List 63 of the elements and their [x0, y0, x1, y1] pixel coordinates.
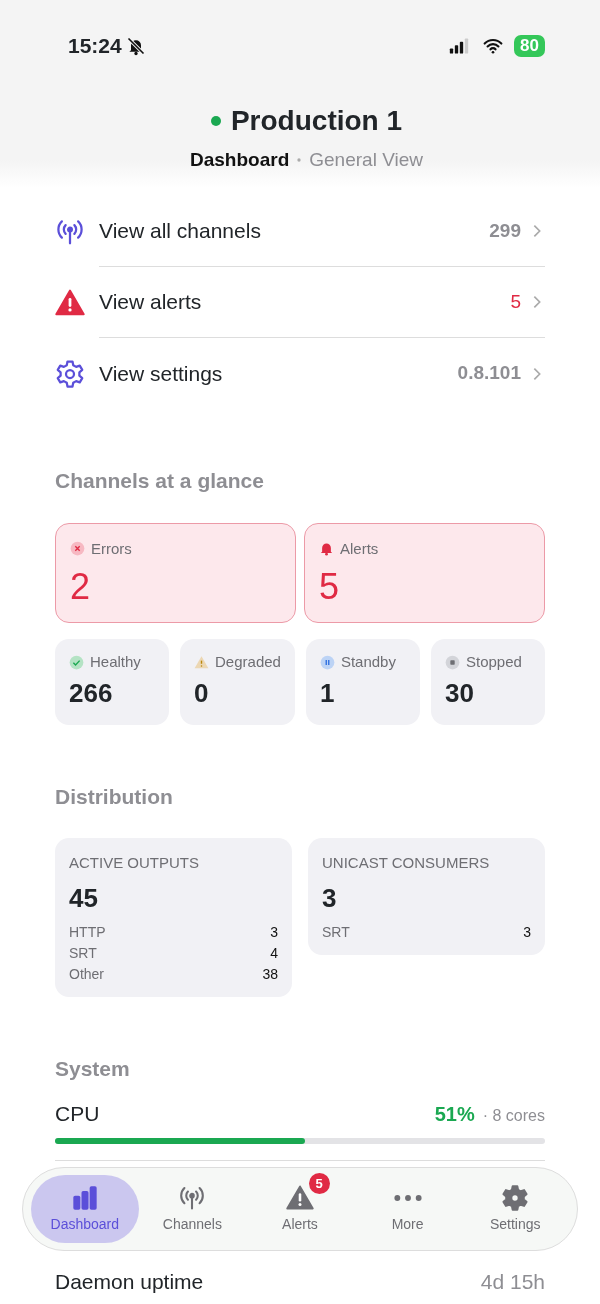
battery-indicator: 80	[514, 34, 545, 57]
menu-item[interactable]: View settings 0.8.101	[55, 338, 545, 409]
tab-item[interactable]: Channels	[138, 1175, 247, 1243]
warning-icon	[55, 287, 85, 318]
breadcrumb-item[interactable]: General View	[309, 145, 423, 174]
card-count: 45	[69, 881, 99, 915]
card-title: UNICAST CONSUMERS	[322, 853, 491, 873]
breakdown-value: 38	[262, 964, 278, 984]
tab-item[interactable]: Settings	[461, 1175, 569, 1243]
more-icon	[392, 1193, 423, 1202]
metric-reading: 51%	[434, 1102, 475, 1127]
count-badge: 5	[308, 1173, 330, 1194]
uptime-value: 4d 15h	[480, 1268, 545, 1295]
warning-icon	[194, 654, 210, 670]
section-heading: System	[55, 1055, 131, 1082]
card-count: 3	[322, 881, 338, 915]
status-count: 30	[444, 676, 475, 710]
breakdown-label: SRT	[69, 943, 97, 963]
tab-item[interactable]: Alerts 5	[246, 1175, 354, 1243]
metric-detail: · 8 cores	[482, 1106, 545, 1126]
status-label: Standby	[340, 652, 396, 672]
uptime-label: Daemon uptime	[55, 1268, 205, 1295]
bell-icon	[319, 541, 334, 557]
status-count: 5	[319, 565, 341, 609]
pause-icon	[319, 654, 335, 670]
menu-value: 0.8.101	[457, 361, 521, 386]
checkmark-icon	[69, 654, 84, 670]
breakdown-label: HTTP	[69, 922, 106, 942]
status-label: Stopped	[465, 652, 522, 672]
breakdown-label: SRT	[322, 922, 350, 942]
error-icon	[70, 541, 85, 557]
status-count: 0	[194, 676, 210, 710]
status-label: Alerts	[340, 538, 379, 559]
breakdown-label: Other	[69, 964, 104, 984]
status-count: 1	[319, 676, 336, 710]
status-label: Degraded	[215, 652, 281, 672]
metric-label: CPU	[55, 1101, 101, 1127]
menu-item[interactable]: View alerts 5	[55, 267, 545, 338]
section-heading: Channels at a glance	[55, 468, 265, 494]
menu-value: 299	[489, 218, 521, 243]
status-time: 15:24	[68, 33, 122, 59]
tab-item[interactable]: More	[353, 1175, 462, 1243]
status-label: Healthy	[90, 652, 141, 672]
warning-icon	[285, 1183, 315, 1212]
separator-dot-icon	[297, 157, 302, 162]
menu-item[interactable]: View all channels 299	[55, 196, 545, 267]
card-title: ACTIVE OUTPUTS	[69, 853, 200, 873]
status-count: 2	[70, 565, 92, 609]
menu-label: View all channels	[99, 218, 262, 245]
tab-item[interactable]: Dashboard	[31, 1175, 139, 1243]
breakdown-value: 3	[270, 922, 278, 942]
breadcrumb-item[interactable]: Dashboard	[190, 145, 290, 174]
menu-label: View alerts	[99, 289, 203, 316]
status-label: Errors	[91, 538, 132, 559]
menu-label: View settings	[99, 360, 224, 387]
settings-icon	[55, 358, 85, 389]
breakdown-value: 3	[523, 922, 531, 942]
menu-value: 5	[510, 289, 521, 314]
stop-icon	[444, 654, 460, 670]
page-title: Production 1	[230, 103, 403, 138]
status-count: 266	[69, 676, 114, 710]
breakdown-value: 4	[270, 943, 278, 963]
section-heading: Distribution	[55, 783, 174, 810]
